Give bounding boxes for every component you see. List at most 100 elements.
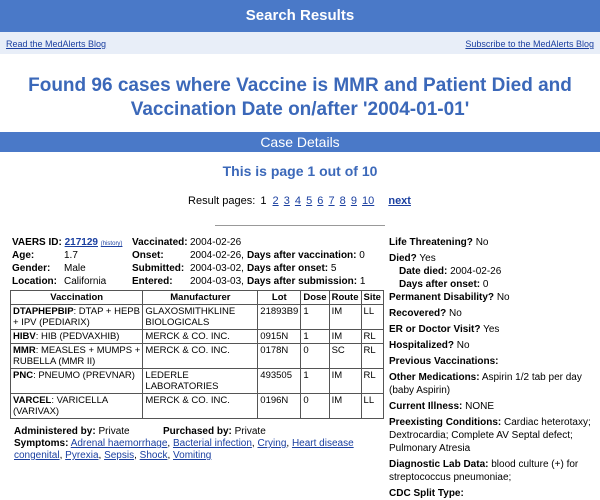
table-row: VARCEL: VARICELLA (VARIVAX) MERCK & CO. …	[9, 393, 385, 419]
pager-page-4[interactable]: 4	[295, 195, 301, 207]
page-title: Search Results	[245, 7, 355, 24]
days-sub-wrap: Days after submission: 1	[247, 275, 365, 288]
dose-cell: 1	[300, 329, 330, 344]
current-illness-label: Current Illness:	[389, 401, 463, 412]
purchased-label: Purchased by:	[162, 426, 232, 437]
age-value: 1.7	[64, 250, 78, 261]
lot-cell: 0915N	[257, 329, 302, 344]
symptom-link[interactable]: Adrenal haemorrhage	[71, 438, 168, 449]
days-sub-label: Days after submission:	[247, 276, 358, 287]
blog-link-row: Read the MedAlerts Blog Subscribe to the…	[0, 32, 600, 54]
days-vacc-label: Days after vaccination:	[247, 250, 357, 261]
case-details-title: Case Details	[260, 134, 340, 150]
other-medications-row: Other Medications: Aspirin 1/2 tab per d…	[389, 371, 597, 397]
manufacturer-cell: GLAXOSMITHKLINE BIOLOGICALS	[142, 304, 259, 330]
route-cell: IM	[328, 304, 362, 330]
route-cell: IM	[328, 329, 362, 344]
location-label: Location:	[12, 276, 57, 287]
pager-page-5[interactable]: 5	[306, 195, 312, 207]
col-dose: Dose	[300, 290, 330, 305]
er-visit-value: Yes	[483, 324, 500, 335]
pager-page-7[interactable]: 7	[328, 195, 334, 207]
vaccinated-value: 2004-02-26	[190, 237, 242, 248]
lot-cell: 0178N	[257, 343, 302, 369]
current-illness-row: Current Illness: NONE	[389, 400, 597, 413]
preexisting-row: Preexisting Conditions: Cardiac heterota…	[389, 416, 597, 455]
table-row: HIBV: HIB (PEDVAXHIB) MERCK & CO. INC. 0…	[9, 329, 385, 344]
days-onset-wrap: Days after onset: 5	[247, 262, 336, 275]
dose-cell: 1	[300, 304, 330, 330]
vaccine-cell: VARCEL: VARICELLA (VARIVAX)	[9, 393, 144, 419]
vaccine-table-header: Vaccination Manufacturer Lot Dose Route …	[9, 290, 385, 305]
date-died-row: Date died: 2004-02-26	[389, 265, 597, 278]
date-died-label: Date died:	[399, 266, 448, 277]
hospitalized-label: Hospitalized?	[389, 340, 455, 351]
days-sub-value: 1	[359, 276, 366, 287]
history-link[interactable]: (history)	[101, 241, 123, 247]
symptom-link[interactable]: Vomiting	[173, 450, 211, 461]
location-value: California	[64, 276, 107, 287]
manufacturer-cell: MERCK & CO. INC.	[142, 343, 259, 369]
vaccine-code: PNC	[13, 370, 34, 381]
pager-page-10[interactable]: 10	[362, 195, 374, 207]
symptom-link[interactable]: Crying	[257, 438, 286, 449]
days-after-onset-label: Days after onset:	[399, 279, 481, 290]
other-medications-label: Other Medications:	[389, 372, 480, 383]
days-after-onset-row: Days after onset: 0	[389, 278, 597, 291]
life-threatening-row: Life Threatening? No	[389, 236, 597, 249]
pager: Result pages: 1 2 3 4 5 6 7 8 9 10 next	[0, 195, 600, 207]
submitted-value: 2004-03-02,	[190, 263, 244, 274]
vaccine-cell: MMR: MEASLES + MUMPS + RUBELLA (MMR II)	[9, 343, 144, 369]
current-illness-value: NONE	[465, 401, 495, 412]
vaccine-desc: : HIB (PEDVAXHIB)	[35, 331, 120, 342]
site-cell: LL	[360, 393, 385, 419]
recovered-value: No	[449, 308, 462, 319]
site-cell: RL	[360, 329, 385, 344]
diagnostic-lab-label: Diagnostic Lab Data:	[389, 459, 489, 470]
onset-label: Onset:	[132, 250, 164, 261]
col-vaccination: Vaccination	[9, 290, 144, 305]
vaers-id-link[interactable]: 217129	[65, 237, 98, 248]
cdc-split-label: CDC Split Type:	[389, 488, 464, 499]
vaccine-code: DTAPHEPBIP	[13, 306, 74, 317]
life-threatening-label: Life Threatening?	[389, 237, 473, 248]
diagnostic-lab-row: Diagnostic Lab Data: blood culture (+) f…	[389, 458, 597, 484]
vaccine-code: VARCEL	[13, 395, 52, 406]
dose-cell: 0	[300, 393, 330, 419]
entered-label-wrap: Entered:	[132, 275, 173, 288]
symptom-link[interactable]: Sepsis	[104, 450, 134, 461]
vaccine-table: Vaccination Manufacturer Lot Dose Route …	[9, 290, 385, 419]
pager-page-8[interactable]: 8	[340, 195, 346, 207]
date-died-value: 2004-02-26	[450, 266, 502, 277]
page-indicator: This is page 1 out of 10	[222, 163, 378, 179]
vaccine-cell: PNC: PNEUMO (PREVNAR)	[9, 368, 144, 394]
read-blog-link[interactable]: Read the MedAlerts Blog	[6, 39, 106, 49]
pager-page-6[interactable]: 6	[317, 195, 323, 207]
hospitalized-row: Hospitalized? No	[389, 339, 597, 352]
pager-page-9[interactable]: 9	[351, 195, 357, 207]
symptom-link[interactable]: Shock	[140, 450, 168, 461]
purchased-value: Private	[234, 426, 266, 437]
lot-cell: 0196N	[257, 393, 302, 419]
days-vacc-value: 0	[359, 250, 365, 261]
symptoms-label: Symptoms:	[14, 438, 69, 449]
subscribe-blog-link[interactable]: Subscribe to the MedAlerts Blog	[465, 39, 594, 49]
pager-page-3[interactable]: 3	[284, 195, 290, 207]
col-lot: Lot	[257, 290, 302, 305]
vaccine-cell: DTAPHEPBIP: DTAP + HEPB + IPV (PEDIARIX)	[9, 304, 144, 330]
vaers-id-label: VAERS ID:	[12, 237, 62, 248]
pager-page-2[interactable]: 2	[273, 195, 279, 207]
er-visit-label: ER or Doctor Visit?	[389, 324, 481, 335]
pager-current: 1	[260, 195, 267, 207]
recovered-row: Recovered? No	[389, 307, 597, 320]
gender-row: Gender:	[12, 262, 50, 275]
days-onset-label: Days after onset:	[247, 263, 329, 274]
symptom-link[interactable]: Bacterial infection	[173, 438, 252, 449]
pager-next-link[interactable]: next	[388, 195, 411, 207]
table-row: DTAPHEPBIP: DTAP + HEPB + IPV (PEDIARIX)…	[9, 304, 385, 330]
previous-vaccinations-row: Previous Vaccinations:	[389, 355, 597, 368]
symptom-link[interactable]: Pyrexia	[65, 450, 98, 461]
died-row: Died? Yes	[389, 252, 597, 265]
hospitalized-value: No	[456, 340, 470, 351]
route-cell: IM	[328, 368, 362, 394]
